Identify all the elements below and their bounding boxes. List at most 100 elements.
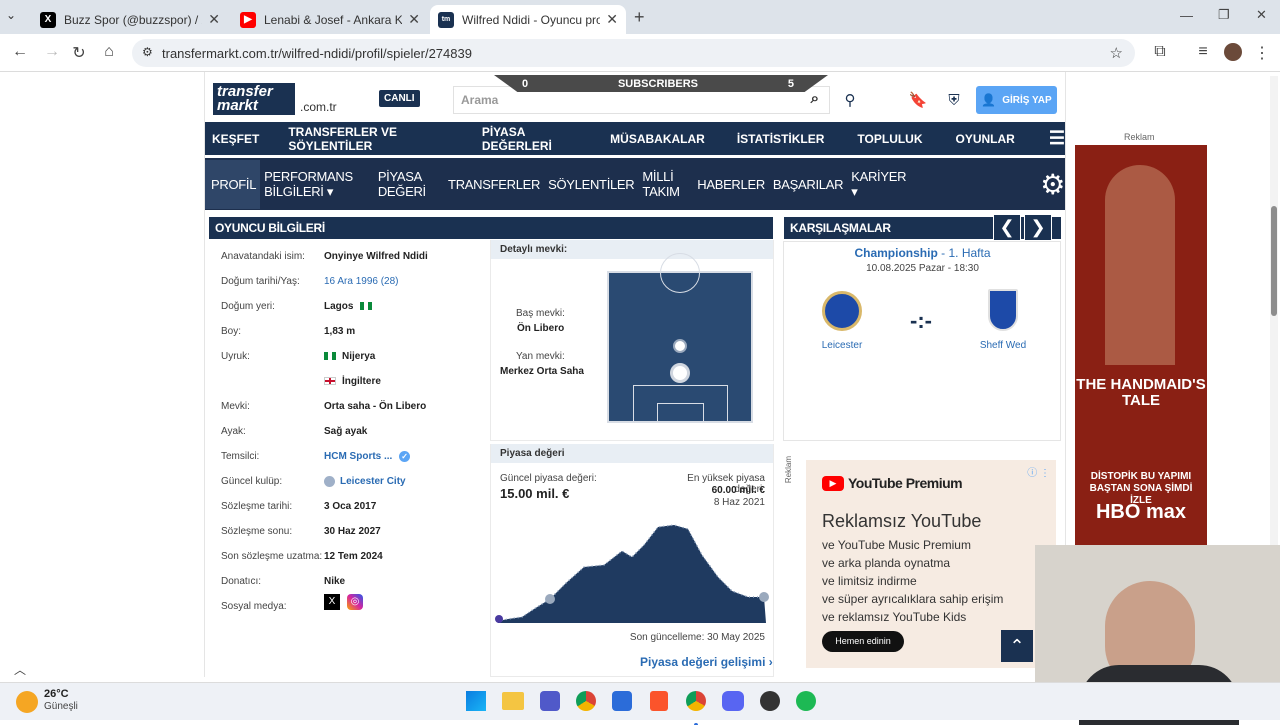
x-social-icon[interactable]: X bbox=[324, 594, 340, 610]
market-value-history-link[interactable]: Piyasa değeri gelişimi › bbox=[640, 655, 773, 669]
close-icon[interactable]: ✕ bbox=[408, 11, 420, 28]
yt-benefit: ve reklamsız YouTube Kids bbox=[822, 610, 967, 624]
weather-sun-icon[interactable] bbox=[16, 691, 38, 713]
close-icon[interactable]: ✕ bbox=[606, 11, 618, 28]
bookmark-icon[interactable]: 🔖 bbox=[906, 88, 930, 112]
next-match-button[interactable]: ❯ bbox=[1024, 214, 1052, 241]
scroll-to-top-button[interactable]: ⌃ bbox=[1001, 630, 1033, 662]
start-windows-icon[interactable] bbox=[466, 691, 486, 711]
chevron-up-icon[interactable]: ︿ bbox=[14, 661, 26, 678]
store-icon[interactable] bbox=[612, 691, 632, 711]
app-icon[interactable] bbox=[760, 691, 780, 711]
competition-line: Championship - 1. Hafta bbox=[784, 246, 1061, 260]
tab-transfermarkt[interactable]: tm Wilfred Ndidi - Oyuncu profili 2 ✕ bbox=[430, 5, 626, 34]
url-field[interactable]: ⚙ transfermarkt.com.tr/wilfred-ndidi/pro… bbox=[132, 39, 1135, 67]
spotify-icon[interactable] bbox=[796, 691, 816, 711]
subnav-market-value[interactable]: PİYASA DEĞERİ bbox=[378, 169, 440, 199]
subnav-profile[interactable]: PROFİL bbox=[205, 159, 261, 209]
back-icon[interactable]: ← bbox=[10, 43, 30, 61]
sheffield-wednesday-crest-icon[interactable] bbox=[988, 289, 1018, 331]
club-value[interactable]: Leicester City bbox=[324, 476, 406, 487]
nav-games[interactable]: OYUNLAR bbox=[956, 132, 1015, 146]
leicester-crest-icon[interactable] bbox=[822, 291, 862, 331]
login-button[interactable]: 👤 GİRİŞ YAP bbox=[976, 86, 1057, 114]
new-tab-icon[interactable]: + bbox=[634, 7, 645, 28]
youtube-icon: ▶ bbox=[240, 11, 256, 28]
info-label: Sözleşme sonu: bbox=[221, 526, 293, 537]
goal-box bbox=[657, 403, 704, 423]
restore-icon[interactable]: ❐ bbox=[1218, 7, 1230, 23]
home-icon[interactable]: ⌂ bbox=[99, 43, 119, 61]
ad-label: Reklam bbox=[784, 456, 793, 484]
info-label: Boy: bbox=[221, 326, 242, 337]
subnav-national-team[interactable]: MİLLİ TAKIM bbox=[642, 169, 689, 199]
subnav-career[interactable]: KARİYER ▾ bbox=[851, 169, 906, 200]
home-team-link[interactable]: Leicester bbox=[800, 340, 884, 351]
hbo-max-logo: HBO max bbox=[1095, 501, 1187, 523]
nav-competitions[interactable]: MÜSABAKALAR bbox=[610, 132, 705, 146]
tab-list-chevron-icon[interactable]: ⌄ bbox=[6, 8, 16, 22]
scrollbar-thumb[interactable] bbox=[1271, 206, 1277, 316]
prev-match-button[interactable]: ❮ bbox=[993, 214, 1021, 241]
adchoices-icon[interactable]: ⓘ ⋮ bbox=[1027, 464, 1050, 479]
instagram-icon[interactable]: ◎ bbox=[347, 594, 363, 610]
forward-icon[interactable]: → bbox=[42, 43, 62, 61]
nigeria-flag-icon bbox=[324, 352, 336, 361]
search-icon[interactable]: ⌕ bbox=[811, 90, 819, 107]
profile-avatar[interactable] bbox=[1224, 43, 1242, 61]
agent-value[interactable]: HCM Sports ... ✓ bbox=[324, 451, 411, 462]
main-position-value: Ön Libero bbox=[517, 323, 565, 334]
subs-label: SUBSCRIBERS bbox=[617, 77, 699, 90]
nav-statistics[interactable]: İSTATİSTİKLER bbox=[737, 132, 825, 146]
subnav-transfers[interactable]: TRANSFERLER bbox=[448, 177, 540, 192]
subnav-rumours[interactable]: SÖYLENTİLER bbox=[548, 177, 635, 192]
tab-title: Buzz Spor (@buzzspor) / X bbox=[64, 12, 203, 27]
yt-benefit: ve limitsiz indirme bbox=[822, 574, 917, 588]
chrome-icon[interactable] bbox=[576, 691, 596, 711]
away-team-link[interactable]: Sheff Wed bbox=[961, 340, 1045, 351]
yt-benefit: ve YouTube Music Premium bbox=[822, 538, 971, 552]
weather-temp[interactable]: 26°C bbox=[44, 688, 69, 700]
menu-icon[interactable]: ⋮ bbox=[1252, 43, 1272, 63]
subnav-performance[interactable]: PERFORMANS BİLGİLERİ ▾ bbox=[264, 169, 370, 200]
agent-link[interactable]: HCM Sports ... bbox=[324, 451, 392, 462]
hamburger-menu-icon[interactable]: ☰ bbox=[1049, 128, 1065, 149]
yt-cta-button[interactable]: Hemen edinin bbox=[822, 631, 904, 652]
shield-icon[interactable]: ⛨ bbox=[942, 88, 966, 112]
chrome-active-icon[interactable] bbox=[686, 691, 706, 711]
nav-market-values[interactable]: PİYASA DEĞERLERİ bbox=[482, 125, 577, 153]
nav-transfers[interactable]: TRANSFERLER VE SÖYLENTİLER bbox=[288, 125, 448, 153]
weather-desc[interactable]: Güneşli bbox=[44, 701, 78, 712]
competition-link[interactable]: Championship bbox=[854, 246, 937, 260]
match-score: -:- bbox=[910, 308, 932, 333]
reload-icon[interactable]: ↻ bbox=[69, 43, 89, 63]
nav-kesfet[interactable]: KEŞFET bbox=[212, 132, 259, 146]
tab-buzzspor[interactable]: X Buzz Spor (@buzzspor) / X ✕ bbox=[32, 5, 228, 34]
live-button[interactable]: CANLI bbox=[379, 90, 420, 107]
hbo-max-ad[interactable]: THE HANDMAID'S TALE DİSTOPİK BU YAPIMI B… bbox=[1075, 145, 1207, 545]
extensions-icon[interactable]: ⧉ bbox=[1150, 43, 1170, 61]
discord-icon[interactable] bbox=[722, 691, 744, 711]
close-icon[interactable]: ✕ bbox=[208, 11, 220, 28]
club-link[interactable]: Leicester City bbox=[340, 476, 406, 487]
user-search-icon[interactable]: ⚲ bbox=[838, 88, 862, 112]
teams-icon[interactable] bbox=[540, 691, 560, 711]
birthdate-link[interactable]: 16 Ara 1996 (28) bbox=[324, 276, 399, 287]
nav-community[interactable]: TOPLULUK bbox=[857, 132, 922, 146]
subnav-news[interactable]: HABERLER bbox=[697, 177, 765, 192]
url-text: transfermarkt.com.tr/wilfred-ndidi/profi… bbox=[162, 45, 472, 61]
file-explorer-icon[interactable] bbox=[502, 692, 524, 710]
gear-icon[interactable]: ⚙ bbox=[1040, 168, 1065, 201]
chart-area bbox=[498, 525, 766, 623]
brave-icon[interactable] bbox=[650, 691, 668, 711]
tab-youtube[interactable]: ▶ Lenabi & Josef - Ankara Kızları ✕ bbox=[232, 5, 428, 34]
subnav-achievements[interactable]: BAŞARILAR bbox=[773, 177, 844, 192]
tab-bar: ⌄ X Buzz Spor (@buzzspor) / X ✕ ▶ Lenabi… bbox=[0, 0, 1280, 34]
window-close-icon[interactable]: ✕ bbox=[1256, 7, 1267, 23]
minimize-icon[interactable]: — bbox=[1180, 8, 1193, 23]
site-info-icon[interactable]: ⚙ bbox=[142, 45, 153, 59]
media-control-icon[interactable]: ≡ bbox=[1193, 43, 1213, 61]
info-value: Orta saha - Ön Libero bbox=[324, 401, 427, 412]
bookmark-star-icon[interactable]: ☆ bbox=[1110, 44, 1123, 62]
transfermarkt-logo[interactable]: transfer markt bbox=[213, 83, 295, 115]
